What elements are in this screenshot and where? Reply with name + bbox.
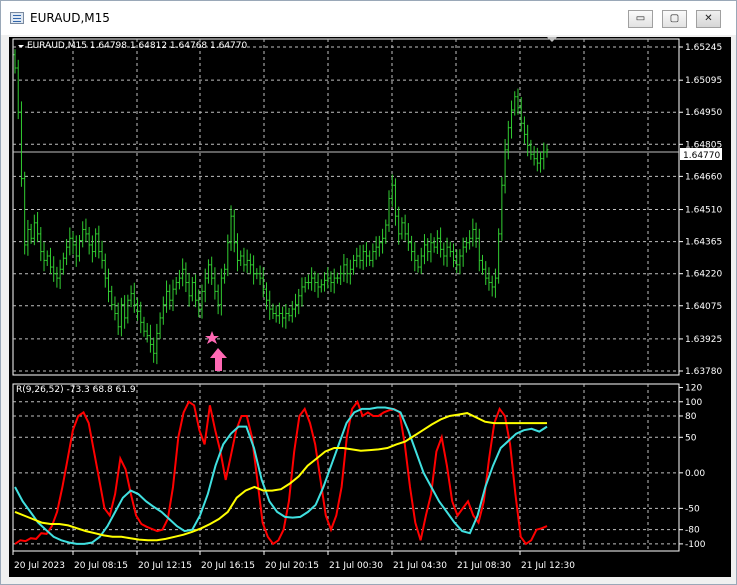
axis-labels: 1.652451.650951.649501.648051.646601.645… bbox=[14, 43, 722, 571]
window-title: EURAUD,M15 bbox=[30, 11, 110, 25]
close-button[interactable]: ✕ bbox=[696, 10, 721, 28]
indicator-line-3 bbox=[14, 412, 547, 542]
buy-signal bbox=[205, 331, 227, 371]
time-tick-label: 21 Jul 00:30 bbox=[329, 561, 383, 571]
price-series bbox=[13, 49, 549, 365]
grid bbox=[12, 38, 683, 555]
price-tick-label: 1.64660 bbox=[685, 172, 722, 182]
chart-window-icon bbox=[10, 12, 24, 24]
minimize-button[interactable]: ▭ bbox=[628, 10, 653, 28]
minimize-icon: ▭ bbox=[635, 13, 646, 24]
indicator-line-1 bbox=[14, 399, 548, 546]
indicator-tick-label: -100 bbox=[685, 540, 706, 550]
time-tick-label: 20 Jul 2023 bbox=[14, 561, 65, 571]
time-tick-label: 21 Jul 08:30 bbox=[457, 561, 511, 571]
indicator-tick-label: 0.00 bbox=[685, 469, 705, 479]
time-tick-label: 20 Jul 20:15 bbox=[265, 561, 319, 571]
price-tick-label: 1.64365 bbox=[685, 238, 722, 248]
price-tick-label: 1.65095 bbox=[685, 76, 722, 86]
maximize-icon: ▢ bbox=[669, 13, 680, 24]
indicator-line-2 bbox=[14, 406, 548, 545]
time-tick-label: 20 Jul 12:15 bbox=[138, 561, 192, 571]
price-tick-label: 1.63925 bbox=[685, 335, 722, 345]
price-tick-label: 1.64075 bbox=[685, 302, 722, 312]
indicator-tick-label: 120 bbox=[685, 384, 702, 394]
indicator-header-text: R(9,26,52) -73.3 68.8 61.9 bbox=[16, 385, 136, 395]
indicator-pane-frame bbox=[12, 383, 680, 552]
price-header-text: EURAUD,M15 1.64798 1.64812 1.64768 1.647… bbox=[27, 41, 248, 51]
price-header: EURAUD,M15 1.64798 1.64812 1.64768 1.647… bbox=[18, 41, 248, 51]
current-price-marker: 1.64770 bbox=[680, 148, 722, 161]
time-tick-label: 21 Jul 12:30 bbox=[521, 561, 575, 571]
chart-window: EURAUD,M15 ▭ ▢ ✕ 1.65245 1.65095 1.64950 1.… bbox=[0, 0, 737, 585]
indicator-tick-label: 50 bbox=[685, 433, 697, 443]
indicator-series bbox=[14, 399, 548, 546]
price-tick-label: 1.65245 bbox=[685, 43, 722, 53]
indicator-tick-label: 80 bbox=[685, 412, 697, 422]
price-tick-label: 1.64950 bbox=[685, 108, 722, 118]
indicator-tick-label: 100 bbox=[685, 398, 702, 408]
price-tick-label: 1.64220 bbox=[685, 270, 722, 280]
indicator-tick-label: -80 bbox=[685, 526, 700, 536]
chart-svg[interactable]: 1.652451.650951.649501.648051.646601.645… bbox=[9, 37, 731, 577]
time-tick-label: 20 Jul 08:15 bbox=[74, 561, 128, 571]
time-tick-label: 21 Jul 04:30 bbox=[393, 561, 447, 571]
up-arrow-icon bbox=[210, 348, 227, 371]
price-tick-label: 1.64510 bbox=[685, 206, 722, 216]
close-icon: ✕ bbox=[704, 13, 713, 24]
chart-canvas[interactable]: 1.65245 1.65095 1.64950 1.64805 1.64660 1.645… bbox=[9, 37, 731, 577]
price-pane-frame bbox=[12, 38, 680, 376]
price-tick-label: 1.63780 bbox=[685, 367, 722, 377]
star-icon bbox=[205, 331, 219, 344]
indicator-tick-label: -50 bbox=[685, 504, 700, 514]
time-tick-label: 20 Jul 16:15 bbox=[201, 561, 255, 571]
chart-menu-triangle-icon[interactable] bbox=[18, 45, 24, 48]
title-bar[interactable]: EURAUD,M15 ▭ ▢ ✕ bbox=[1, 1, 736, 35]
maximize-button[interactable]: ▢ bbox=[662, 10, 687, 28]
current-price-label: 1.64770 bbox=[683, 151, 720, 161]
